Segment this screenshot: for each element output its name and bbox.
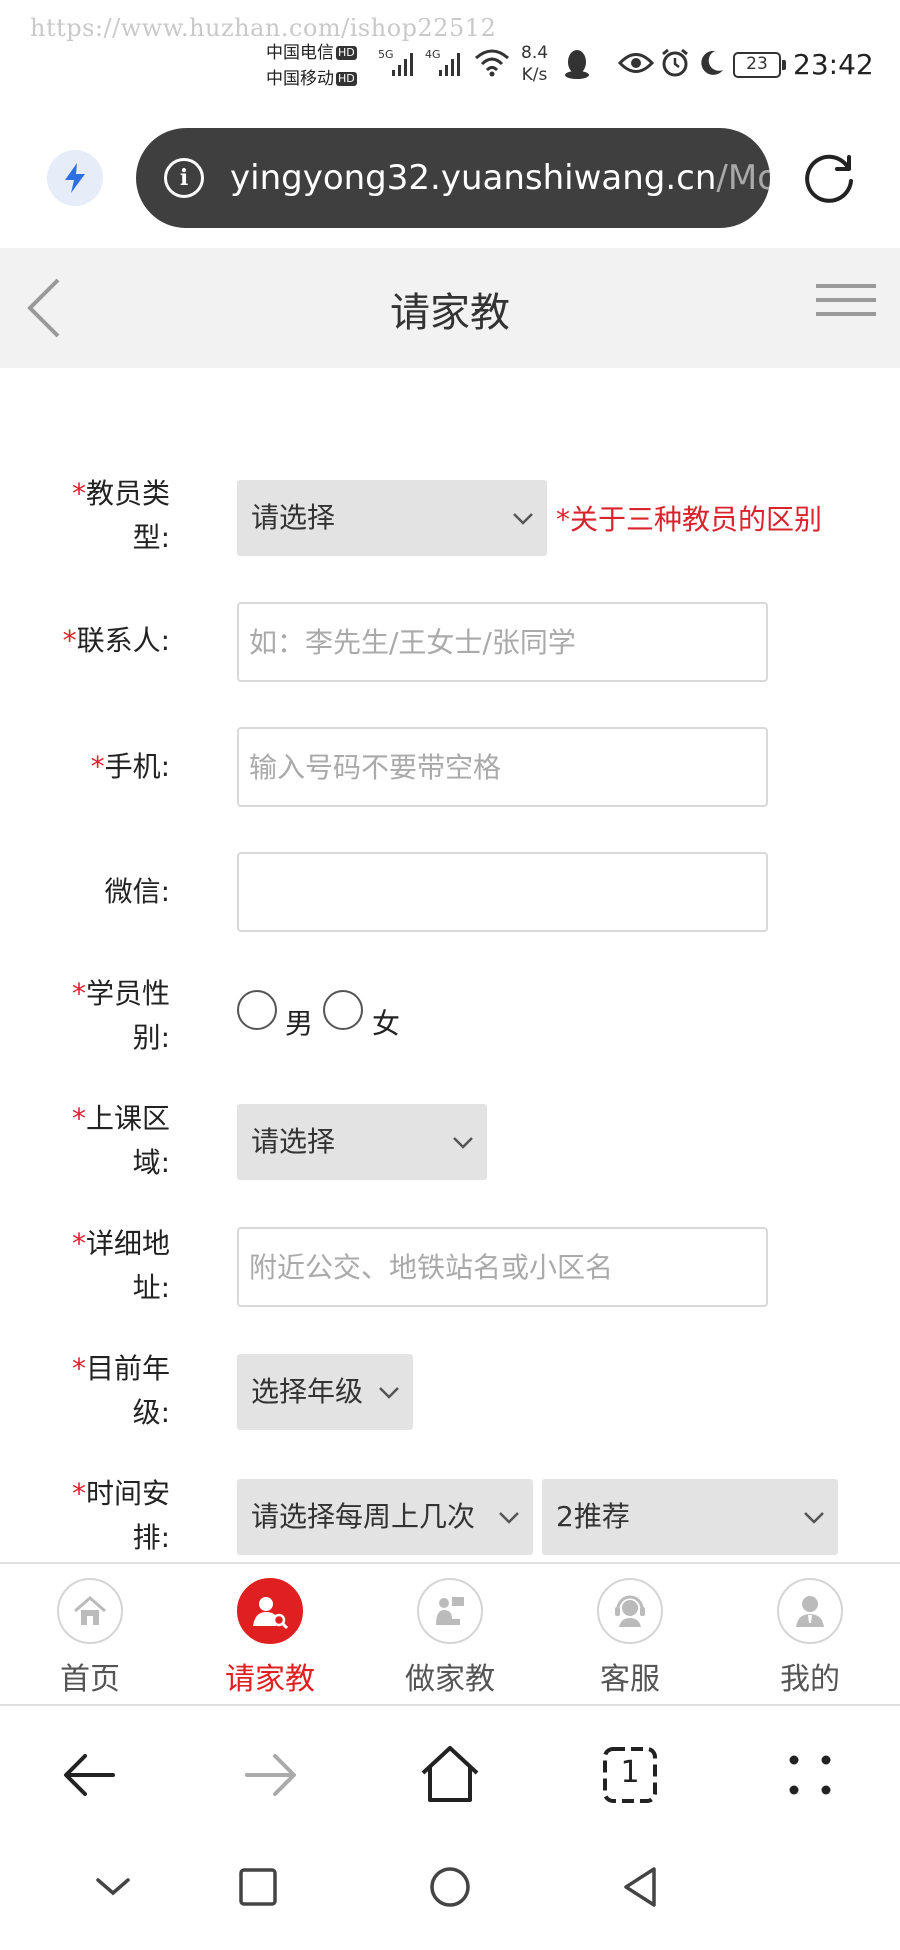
gender-label: *学员性 别: — [71, 977, 170, 1054]
teacher-type-label: *教员类 型: — [71, 477, 170, 554]
tab-profile[interactable]: 我的 — [740, 1578, 880, 1698]
chevron-down-icon — [379, 1387, 399, 1399]
moon-icon — [701, 50, 723, 75]
customer-service-icon — [597, 1578, 663, 1644]
system-home-icon[interactable] — [425, 1862, 475, 1912]
system-recents-icon[interactable] — [233, 1862, 283, 1912]
wechat-label: 微信: — [104, 875, 170, 908]
url-bar[interactable]: i yingyong32.yuanshiwang.cn/Mobi — [136, 128, 770, 228]
signal-5g-icon: 5G — [378, 48, 413, 76]
contact-label: *联系人: — [62, 624, 170, 657]
tab-be-tutor-label: 做家教 — [405, 1662, 495, 1697]
browser-more-icon[interactable] — [775, 1740, 845, 1810]
schedule-label: *时间安 排: — [71, 1477, 170, 1554]
signal-4g-label: 4G — [425, 48, 441, 61]
browser-back-icon[interactable] — [55, 1740, 125, 1810]
lightning-button[interactable] — [47, 150, 103, 206]
address-input[interactable] — [237, 1227, 768, 1307]
grade-label: *目前年 级: — [71, 1352, 170, 1429]
browser-home-icon[interactable] — [415, 1740, 485, 1810]
tab-home[interactable]: 首页 — [20, 1578, 160, 1698]
watermark: https://www.huzhan.com/ishop22512 — [30, 14, 497, 42]
chevron-down-icon — [453, 1137, 473, 1149]
wechat-input[interactable] — [237, 852, 768, 932]
contact-input[interactable] — [237, 602, 768, 682]
chevron-down-icon — [499, 1512, 519, 1524]
tab-customer-service[interactable]: 客服 — [560, 1578, 700, 1698]
browser-forward-icon[interactable] — [235, 1740, 305, 1810]
address-label: *详细地 址: — [71, 1227, 170, 1304]
home-icon — [57, 1578, 123, 1644]
url-text[interactable]: yingyong32.yuanshiwang.cn/Mobi — [230, 158, 770, 198]
lightning-icon — [65, 163, 85, 193]
alarm-icon — [662, 48, 688, 77]
grade-select[interactable]: 选择年级 — [237, 1354, 413, 1430]
system-back-icon[interactable] — [616, 1862, 666, 1912]
gender-female-radio[interactable] — [323, 990, 363, 1030]
info-icon[interactable]: i — [164, 158, 204, 198]
carrier-1: 中国电信 — [266, 43, 334, 63]
eye-comfort-icon — [618, 53, 654, 73]
reload-icon[interactable] — [800, 150, 858, 208]
gender-female-label: 女 — [372, 1007, 401, 1040]
tab-find-tutor[interactable]: 请家教 — [200, 1578, 340, 1698]
signal-5g-label: 5G — [378, 48, 394, 61]
status-time: 23:42 — [793, 48, 874, 81]
tab-profile-label: 我的 — [780, 1662, 840, 1697]
profile-icon — [777, 1578, 843, 1644]
carrier-2: 中国移动 — [266, 69, 334, 89]
battery-indicator: 23 — [733, 52, 786, 78]
hd-badge-1: HD — [336, 46, 357, 60]
page-header: 请家教 — [0, 248, 900, 368]
carrier-info: 中国电信 HD 中国移动 HD — [266, 40, 357, 92]
schedule-recommend-select[interactable]: 2推荐 — [542, 1479, 838, 1555]
network-speed: 8.4 K/s — [521, 42, 548, 86]
network-speed-value: 8.4 — [521, 43, 549, 63]
qq-icon — [565, 50, 589, 79]
menu-icon[interactable] — [816, 284, 876, 332]
hd-badge-2: HD — [336, 72, 357, 86]
tab-count: 1 — [620, 1755, 640, 1790]
browser-tabs-button[interactable]: 1 — [595, 1740, 665, 1810]
network-speed-unit: K/s — [521, 65, 548, 85]
phone-input[interactable] — [237, 727, 768, 807]
teacher-type-difference-link[interactable]: *关于三种教员的区别 — [556, 498, 822, 538]
tab-home-label: 首页 — [60, 1662, 120, 1697]
page-title: 请家教 — [390, 290, 510, 336]
tab-customer-service-label: 客服 — [600, 1662, 660, 1697]
teacher-type-select[interactable]: 请选择 — [237, 480, 547, 556]
chevron-down-icon — [513, 513, 533, 525]
url-faded: /Mobi — [716, 158, 770, 198]
system-collapse-icon[interactable] — [88, 1862, 138, 1912]
bottom-tab-bar: 首页 请家教 做家教 客服 我的 — [0, 1562, 900, 1706]
tab-be-tutor[interactable]: 做家教 — [380, 1578, 520, 1698]
gender-male-radio[interactable] — [237, 990, 277, 1030]
find-tutor-icon — [237, 1578, 303, 1644]
chevron-down-icon — [804, 1512, 824, 1524]
url-main: yingyong32.yuanshiwang.cn — [230, 158, 717, 198]
tab-find-tutor-label: 请家教 — [225, 1662, 315, 1697]
be-tutor-icon — [417, 1578, 483, 1644]
district-label: *上课区 域: — [71, 1102, 170, 1179]
district-select[interactable]: 请选择 — [237, 1104, 487, 1180]
schedule-times-select[interactable]: 请选择每周上几次 — [237, 1479, 533, 1555]
gender-male-label: 男 — [285, 1007, 314, 1040]
phone-label: *手机: — [90, 750, 170, 783]
wifi-icon — [475, 49, 509, 77]
signal-4g-icon: 4G — [425, 48, 460, 76]
